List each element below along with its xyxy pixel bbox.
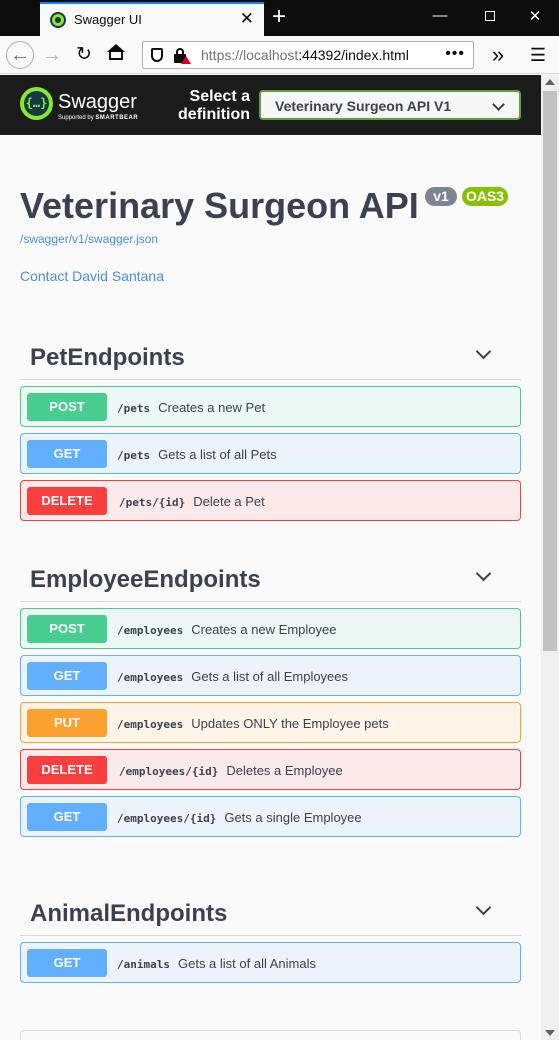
swagger-topbar: {…} Swagger Supported by SMARTBEAR Selec… <box>0 75 541 135</box>
address-bar[interactable]: https://localhost:44392/index.html ••• <box>142 41 474 69</box>
tag-pet-endpoints: PetEndpoints POST /pets Creates a new Pet… <box>20 334 521 521</box>
tag-title: AnimalEndpoints <box>30 900 228 927</box>
minimize-window-icon[interactable]: — <box>430 7 450 24</box>
hamburger-menu-icon[interactable]: ☰ <box>524 41 552 69</box>
new-tab-icon[interactable]: + <box>272 3 286 31</box>
home-icon[interactable] <box>102 41 130 69</box>
tag-title: EmployeeEndpoints <box>30 566 261 593</box>
operation-summary: Gets a list of all Pets <box>158 447 277 462</box>
close-window-icon[interactable]: ✕ <box>525 7 545 25</box>
back-arrow-icon[interactable]: ← <box>6 41 34 69</box>
chevron-down-icon[interactable] <box>475 343 492 360</box>
method-badge: DELETE <box>27 756 107 784</box>
chevron-down-icon[interactable] <box>475 899 492 916</box>
insecure-lock-icon[interactable] <box>173 48 191 64</box>
reload-icon[interactable]: ↻ <box>70 41 98 69</box>
method-badge: GET <box>27 440 107 468</box>
overflow-chevron-icon[interactable]: » <box>484 41 512 69</box>
browser-tab[interactable]: Swagger UI ✕ <box>40 2 264 36</box>
tag-header[interactable]: AnimalEndpoints <box>20 890 521 936</box>
definition-select-value: Veterinary Surgeon API V1 <box>275 98 452 114</box>
method-badge: DELETE <box>27 487 107 515</box>
operation-summary: Creates a new Employee <box>191 622 337 637</box>
definition-select[interactable]: Veterinary Surgeon API V1 <box>259 90 521 120</box>
method-badge: GET <box>27 803 107 831</box>
operation-summary: Gets a list of all Employees <box>191 669 349 684</box>
schemas-section-edge <box>20 1030 521 1040</box>
operation-row[interactable]: DELETE /employees/{id} Deletes a Employee <box>20 749 521 790</box>
operation-row[interactable]: GET /animals Gets a list of all Animals <box>20 942 521 983</box>
operation-row[interactable]: GET /employees Gets a list of all Employe… <box>20 655 521 696</box>
navigation-toolbar: ← → ↻ https://localhost:44392/index.html… <box>0 36 559 74</box>
operation-path: /animals Gets a list of all Animals <box>117 956 316 971</box>
scroll-down-arrow-icon[interactable] <box>545 1030 555 1036</box>
operation-row[interactable]: GET /pets Gets a list of all Pets <box>20 433 521 474</box>
tag-title: PetEndpoints <box>30 344 185 371</box>
forward-arrow-icon[interactable]: → <box>38 41 66 69</box>
operation-summary: Creates a new Pet <box>158 400 266 415</box>
tag-header[interactable]: PetEndpoints <box>20 334 521 380</box>
page-scrollbar[interactable] <box>541 75 559 1040</box>
page-viewport: {…} Swagger Supported by SMARTBEAR Selec… <box>0 75 541 1040</box>
smartbear-tagline: Supported by SMARTBEAR <box>58 115 139 121</box>
operation-path: /pets Gets a list of all Pets <box>117 447 277 462</box>
chevron-down-icon[interactable] <box>475 565 492 582</box>
method-badge: GET <box>27 662 107 690</box>
scroll-thumb[interactable] <box>543 91 557 651</box>
operation-summary: Delete a Pet <box>193 494 265 509</box>
scroll-up-arrow-icon[interactable] <box>545 79 555 85</box>
swagger-favicon-icon <box>50 12 66 28</box>
maximize-window-icon[interactable] <box>480 7 500 25</box>
method-badge: PUT <box>27 709 107 737</box>
operation-path: /employees/{id} Gets a single Employee <box>117 810 362 825</box>
url-text[interactable]: https://localhost:44392/index.html <box>201 47 409 63</box>
operation-summary: Gets a list of all Animals <box>177 956 316 971</box>
operation-summary: Updates ONLY the Employee pets <box>191 716 389 731</box>
operation-summary: Deletes a Employee <box>226 763 343 778</box>
operation-row[interactable]: POST /employees Creates a new Employee <box>20 608 521 649</box>
method-badge: POST <box>27 393 107 421</box>
swagger-logo-icon[interactable]: {…} <box>20 87 53 120</box>
select-definition-label: Select a definition <box>178 88 250 123</box>
tab-title: Swagger UI <box>74 12 142 27</box>
operation-path: /pets/{id} Delete a Pet <box>119 494 265 509</box>
operation-row[interactable]: DELETE /pets/{id} Delete a Pet <box>20 480 521 521</box>
operation-path: /employees Updates ONLY the Employee pets <box>117 716 389 731</box>
method-badge: POST <box>27 615 107 643</box>
operation-row[interactable]: GET /employees/{id} Gets a single Employe… <box>20 796 521 837</box>
close-tab-icon[interactable]: ✕ <box>240 9 254 29</box>
page-actions-ellipsis-icon[interactable]: ••• <box>445 45 465 63</box>
oas-badge: OAS3 <box>462 187 508 206</box>
operation-path: /employees Creates a new Employee <box>117 622 337 637</box>
operation-row[interactable]: POST /pets Creates a new Pet <box>20 386 521 427</box>
operation-summary: Gets a single Employee <box>224 810 362 825</box>
tag-animal-endpoints: AnimalEndpoints GET /animals Gets a list … <box>20 890 521 983</box>
method-badge: GET <box>27 949 107 977</box>
chevron-down-icon <box>492 98 505 111</box>
operation-path: /pets Creates a new Pet <box>117 400 266 415</box>
version-badge: v1 <box>425 187 457 206</box>
operation-path: /employees Gets a list of all Employees <box>117 669 349 684</box>
api-title: Veterinary Surgeon API <box>20 185 419 226</box>
tag-employee-endpoints: EmployeeEndpoints POST /employees Creates… <box>20 556 521 837</box>
operation-row[interactable]: PUT /employees Updates ONLY the Employee … <box>20 702 521 743</box>
tag-header[interactable]: EmployeeEndpoints <box>20 556 521 602</box>
tracking-protection-shield-icon[interactable] <box>151 48 163 62</box>
contact-link[interactable]: Contact David Santana <box>20 268 164 284</box>
tab-strip: Swagger UI ✕ + — ✕ <box>0 0 559 36</box>
operation-path: /employees/{id} Deletes a Employee <box>119 763 343 778</box>
swagger-logo-text[interactable]: Swagger <box>58 91 137 114</box>
spec-json-link[interactable]: /swagger/v1/swagger.json <box>20 232 158 246</box>
